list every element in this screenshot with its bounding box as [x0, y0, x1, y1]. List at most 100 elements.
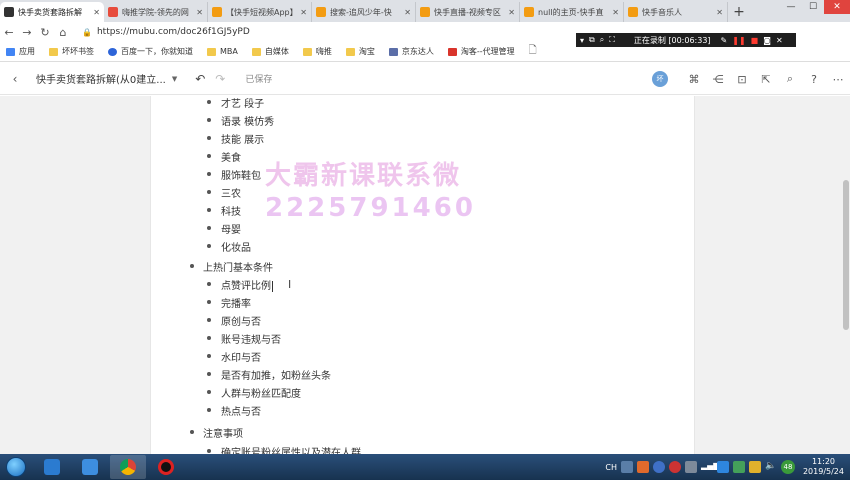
tray-app-icon[interactable]	[684, 461, 697, 473]
close-icon[interactable]: ✕	[404, 8, 411, 17]
list-item-focused[interactable]: 点赞评比例	[221, 277, 273, 292]
close-icon[interactable]: ✕	[196, 8, 203, 17]
bullet-dot[interactable]	[207, 449, 211, 453]
bookmark-apps[interactable]: 应用	[6, 46, 35, 57]
bullet-dot[interactable]	[207, 208, 211, 212]
tray-app-icon[interactable]	[716, 461, 729, 473]
list-item[interactable]: 水印与否	[221, 349, 261, 364]
list-item[interactable]: 服饰鞋包	[221, 167, 261, 182]
scrollbar-thumb[interactable]	[843, 180, 849, 330]
minimize-icon[interactable]: —	[780, 0, 802, 14]
bullet-dot[interactable]	[207, 118, 211, 122]
maximize-icon[interactable]: ☐	[802, 0, 824, 14]
section-heading[interactable]: 注意事项	[203, 425, 243, 440]
recorder-close-icon[interactable]: ✕	[776, 36, 783, 45]
tab-haitui-college[interactable]: 嗨推学院-领先的网 ✕	[104, 2, 208, 22]
close-icon[interactable]: ✕	[612, 8, 619, 17]
help-icon[interactable]: ?	[802, 73, 826, 86]
bookmark-baidu[interactable]: 百度一下，你就知道	[108, 46, 193, 57]
bullet-dot[interactable]	[207, 282, 211, 286]
bookmark-taoke[interactable]: 淘客--代理管理	[447, 46, 515, 57]
camera-icon[interactable]: ◙	[763, 36, 771, 45]
bullet-dot[interactable]	[207, 372, 211, 376]
list-item[interactable]: 才艺 段子	[221, 96, 264, 110]
bookmark-zimeiti[interactable]: 自媒体	[251, 46, 289, 57]
stop-icon[interactable]: ■	[751, 36, 759, 45]
tab-mubu-doc[interactable]: 快手卖货套路拆解 ✕	[0, 2, 104, 22]
new-tab-button[interactable]: +	[728, 2, 750, 22]
window-icon[interactable]: ⧉	[589, 35, 595, 45]
list-item[interactable]: 三农	[221, 185, 241, 200]
bullet-dot[interactable]	[207, 300, 211, 304]
tray-app-icon[interactable]	[748, 461, 761, 473]
zoom-icon[interactable]: ⌕	[600, 35, 604, 45]
taskbar-app-chrome[interactable]	[110, 455, 146, 479]
mindmap-icon[interactable]: ⋲	[706, 73, 730, 86]
list-item[interactable]: 原创与否	[221, 313, 261, 328]
list-item[interactable]: 母婴	[221, 221, 241, 236]
list-item[interactable]: 账号违规与否	[221, 331, 281, 346]
section-heading[interactable]: 上热门基本条件	[203, 259, 273, 274]
list-item[interactable]: 确定账号粉丝属性以及潜在人群	[221, 444, 361, 454]
document-title[interactable]: 快手卖货套路拆解(从0建立...	[36, 71, 166, 86]
window-close-icon[interactable]: ✕	[824, 0, 850, 14]
tab-kuaishou-live[interactable]: 快手直播-视频专区 ✕	[416, 2, 520, 22]
reload-icon[interactable]: ↻	[36, 23, 54, 41]
bullet-dot[interactable]	[207, 190, 211, 194]
vertical-scrollbar[interactable]	[842, 96, 850, 454]
address-bar[interactable]: 🔒 https://mubu.com/doc26f1GJ5yPD	[76, 24, 656, 40]
tray-app-icon[interactable]	[732, 461, 745, 473]
outline-structure-icon[interactable]: ⌘	[682, 73, 706, 86]
taskbar-app-recorder[interactable]	[148, 455, 184, 479]
bookmark-jd[interactable]: 京东达人	[388, 46, 434, 57]
close-icon[interactable]: ✕	[93, 8, 100, 17]
tab-kuaishou-null[interactable]: null的主页-快手直 ✕	[520, 2, 624, 22]
tray-app-icon[interactable]	[620, 461, 633, 473]
bookmark-haitui[interactable]: 嗨推	[302, 46, 332, 57]
ime-indicator[interactable]: CH	[605, 463, 617, 472]
bullet-dot[interactable]	[190, 264, 194, 268]
caret-down-icon[interactable]: ▼	[172, 75, 177, 83]
tab-kuaishou-music[interactable]: 快手音乐人 ✕	[624, 2, 728, 22]
bullet-dot[interactable]	[207, 336, 211, 340]
back-chevron-icon[interactable]: ‹	[0, 72, 30, 86]
list-item[interactable]: 完播率	[221, 295, 251, 310]
bookmark-mba[interactable]: MBA	[207, 47, 238, 56]
volume-icon[interactable]: 🔈	[765, 461, 777, 473]
taskbar-app-feather[interactable]	[72, 455, 108, 479]
bullet-dot[interactable]	[207, 100, 211, 104]
start-button[interactable]	[0, 454, 32, 480]
list-item[interactable]: 化妆品	[221, 239, 251, 254]
tray-help-icon[interactable]	[652, 461, 665, 473]
system-clock[interactable]: 11:20 2019/5/24	[803, 457, 844, 477]
tray-app-icon[interactable]	[636, 461, 649, 473]
pause-icon[interactable]: ❚❚	[732, 36, 745, 45]
list-item[interactable]: 语录 模仿秀	[221, 113, 274, 128]
close-icon[interactable]: ✕	[716, 8, 723, 17]
bullet-dot[interactable]	[207, 172, 211, 176]
close-icon[interactable]: ✕	[508, 8, 515, 17]
back-arrow-icon[interactable]: ←	[0, 23, 18, 41]
pen-icon[interactable]: ✎	[721, 36, 728, 45]
bullet-dot[interactable]	[207, 154, 211, 158]
tab-kuaishou-search[interactable]: 搜索-追风少年-快 ✕	[312, 2, 416, 22]
bookmark-huaihuai[interactable]: 坏坏书签	[49, 46, 94, 57]
taskbar-app-shield[interactable]	[34, 455, 70, 479]
more-dots-icon[interactable]: ⋯	[826, 73, 850, 86]
list-item[interactable]: 是否有加推，如粉丝头条	[221, 367, 331, 382]
bullet-dot[interactable]	[207, 226, 211, 230]
present-icon[interactable]: ⊡	[730, 73, 754, 86]
network-icon[interactable]: ▂▄▆	[701, 461, 719, 473]
bullet-dot[interactable]	[207, 354, 211, 358]
undo-icon[interactable]: ↶	[195, 72, 205, 86]
avatar[interactable]: 坏	[652, 71, 668, 87]
fullscreen-icon[interactable]: ⛶	[609, 35, 615, 45]
close-icon[interactable]: ✕	[300, 8, 307, 17]
list-item[interactable]: 科技	[221, 203, 241, 218]
forward-arrow-icon[interactable]: →	[18, 23, 36, 41]
bullet-dot[interactable]	[207, 408, 211, 412]
dropdown-icon[interactable]: ▾	[580, 36, 584, 45]
search-icon[interactable]: ⌕	[778, 72, 802, 86]
list-item[interactable]: 人群与粉丝匹配度	[221, 385, 301, 400]
bullet-dot[interactable]	[207, 318, 211, 322]
